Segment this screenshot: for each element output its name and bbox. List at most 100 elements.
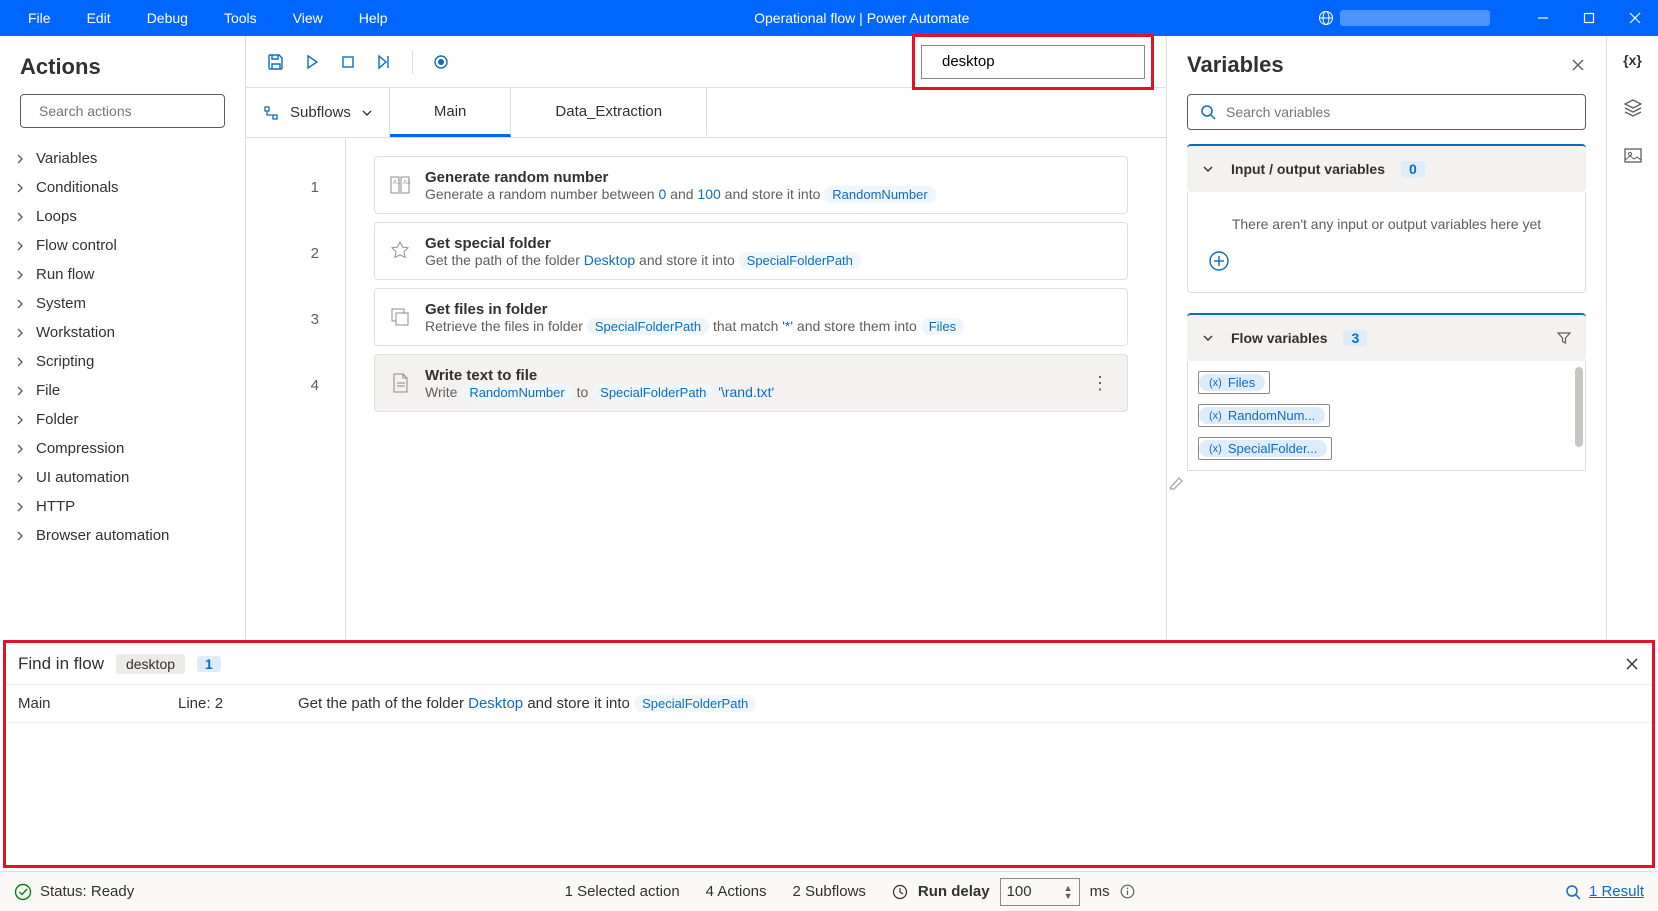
step-description: Generate a random number between 0 and 1… <box>425 186 1113 202</box>
svg-text:A2: A2 <box>403 180 411 186</box>
flow-step[interactable]: Write text to fileWrite RandomNumber to … <box>374 354 1128 412</box>
line-number: 1 <box>246 162 345 228</box>
add-io-variable-button[interactable] <box>1208 250 1565 272</box>
find-result-row[interactable]: Main Line: 2 Get the path of the folder … <box>6 685 1652 723</box>
close-find-icon[interactable] <box>1624 656 1640 672</box>
spinner-icon[interactable]: ▲▼ <box>1064 884 1073 900</box>
action-category[interactable]: Compression <box>0 434 245 463</box>
stop-button[interactable] <box>330 44 366 80</box>
menu-edit[interactable]: Edit <box>69 0 129 36</box>
more-options-icon[interactable]: ⋮ <box>1087 373 1113 394</box>
flow-variable-row[interactable]: (x)RandomNum... <box>1198 404 1575 427</box>
status-results-text: 1 Result <box>1589 883 1644 900</box>
ui-elements-rail-button[interactable] <box>1607 84 1658 132</box>
menu-tools[interactable]: Tools <box>206 0 275 36</box>
category-label: File <box>36 382 60 399</box>
action-category[interactable]: Variables <box>0 144 245 173</box>
chevron-right-icon <box>14 385 26 397</box>
close-button[interactable] <box>1612 0 1658 36</box>
actions-category-list[interactable]: VariablesConditionals Loops Flow control Ru… <box>0 140 245 640</box>
status-selected: 1 Selected action <box>565 883 680 900</box>
action-category[interactable]: Workstation <box>0 318 245 347</box>
status-subflows: 2 Subflows <box>793 883 866 900</box>
flow-step[interactable]: A1A2Generate random numberGenerate a ran… <box>374 156 1128 214</box>
run-button[interactable] <box>294 44 330 80</box>
scrollbar[interactable] <box>1575 367 1583 447</box>
close-panel-icon[interactable] <box>1570 57 1586 73</box>
find-count: 1 <box>197 656 221 672</box>
run-next-button[interactable] <box>366 44 402 80</box>
environment-label <box>1340 10 1490 26</box>
action-category[interactable]: Conditionals <box>0 173 245 202</box>
action-category[interactable]: Flow control <box>0 231 245 260</box>
chevron-right-icon <box>14 443 26 455</box>
action-category[interactable]: Scripting <box>0 347 245 376</box>
flow-variable-row[interactable]: (x)Files <box>1198 371 1575 394</box>
action-category[interactable]: File <box>0 376 245 405</box>
search-flow-input[interactable] <box>942 53 1141 70</box>
variable-chip: (x)SpecialFolder... <box>1199 440 1327 457</box>
chevron-down-icon <box>1201 331 1215 345</box>
menu-help[interactable]: Help <box>341 0 406 36</box>
action-category[interactable]: Loops <box>0 202 245 231</box>
clear-filter[interactable] <box>1167 471 1606 497</box>
eraser-icon <box>1167 475 1185 493</box>
category-label: Folder <box>36 411 79 428</box>
tab-data-extraction[interactable]: Data_Extraction <box>511 88 707 137</box>
chevron-right-icon <box>14 211 26 223</box>
line-gutter: 1 2 3 4 <box>246 138 346 640</box>
maximize-button[interactable] <box>1566 0 1612 36</box>
action-category[interactable]: Folder <box>0 405 245 434</box>
flow-variables-header[interactable]: Flow variables 3 <box>1187 313 1586 361</box>
minimize-button[interactable] <box>1520 0 1566 36</box>
search-flow[interactable] <box>921 45 1145 79</box>
run-delay-label: Run delay <box>918 883 990 900</box>
category-label: Loops <box>36 208 77 225</box>
step-description: Retrieve the files in folder SpecialFold… <box>425 318 1113 334</box>
action-category[interactable]: Run flow <box>0 260 245 289</box>
actions-search-input[interactable] <box>39 103 220 119</box>
variables-search[interactable] <box>1187 94 1586 130</box>
action-category[interactable]: System <box>0 289 245 318</box>
subflows-dropdown[interactable]: Subflows <box>246 88 390 137</box>
action-category[interactable]: Browser automation <box>0 521 245 550</box>
environment-picker[interactable] <box>1318 10 1490 26</box>
recorder-button[interactable] <box>423 44 459 80</box>
variables-rail-button[interactable]: {x} <box>1607 36 1658 84</box>
menu-bar: File Edit Debug Tools View Help <box>10 0 406 36</box>
io-variables-count: 0 <box>1401 161 1425 177</box>
window-title: Operational flow | Power Automate <box>406 10 1318 26</box>
run-delay-input[interactable]: 100 ▲▼ <box>1000 878 1080 906</box>
plus-circle-icon <box>1208 250 1230 272</box>
menu-view[interactable]: View <box>275 0 341 36</box>
chevron-right-icon <box>14 298 26 310</box>
flow-step[interactable]: Get files in folderRetrieve the files in… <box>374 288 1128 346</box>
find-title: Find in flow <box>18 654 104 674</box>
category-label: Run flow <box>36 266 94 283</box>
subflows-icon <box>262 104 280 122</box>
images-rail-button[interactable] <box>1607 132 1658 180</box>
menu-file[interactable]: File <box>10 0 69 36</box>
flow-step[interactable]: Get special folderGet the path of the fo… <box>374 222 1128 280</box>
chevron-right-icon <box>14 530 26 542</box>
chevron-down-icon <box>1201 162 1215 176</box>
tab-main[interactable]: Main <box>390 88 512 137</box>
line-number: 2 <box>246 228 345 294</box>
right-rail: {x} <box>1606 36 1658 640</box>
save-button[interactable] <box>258 44 294 80</box>
actions-search[interactable] <box>20 94 225 128</box>
chevron-right-icon <box>14 414 26 426</box>
io-variables-header[interactable]: Input / output variables 0 <box>1187 144 1586 192</box>
find-header: Find in flow desktop 1 <box>6 643 1652 685</box>
flow-variable-row[interactable]: (x)SpecialFolder... <box>1198 437 1575 460</box>
flow-variables-list: (x)Files (x)RandomNum... (x)SpecialFolder.… <box>1187 361 1586 471</box>
menu-debug[interactable]: Debug <box>129 0 206 36</box>
status-results[interactable]: 1 Result <box>1565 883 1644 900</box>
action-category[interactable]: UI automation <box>0 463 245 492</box>
info-icon[interactable] <box>1120 884 1135 899</box>
line-number: 4 <box>246 360 345 426</box>
variables-search-input[interactable] <box>1226 104 1573 120</box>
variables-panel: Variables Input / output variables 0 The… <box>1166 36 1606 640</box>
filter-icon[interactable] <box>1556 330 1572 346</box>
action-category[interactable]: HTTP <box>0 492 245 521</box>
